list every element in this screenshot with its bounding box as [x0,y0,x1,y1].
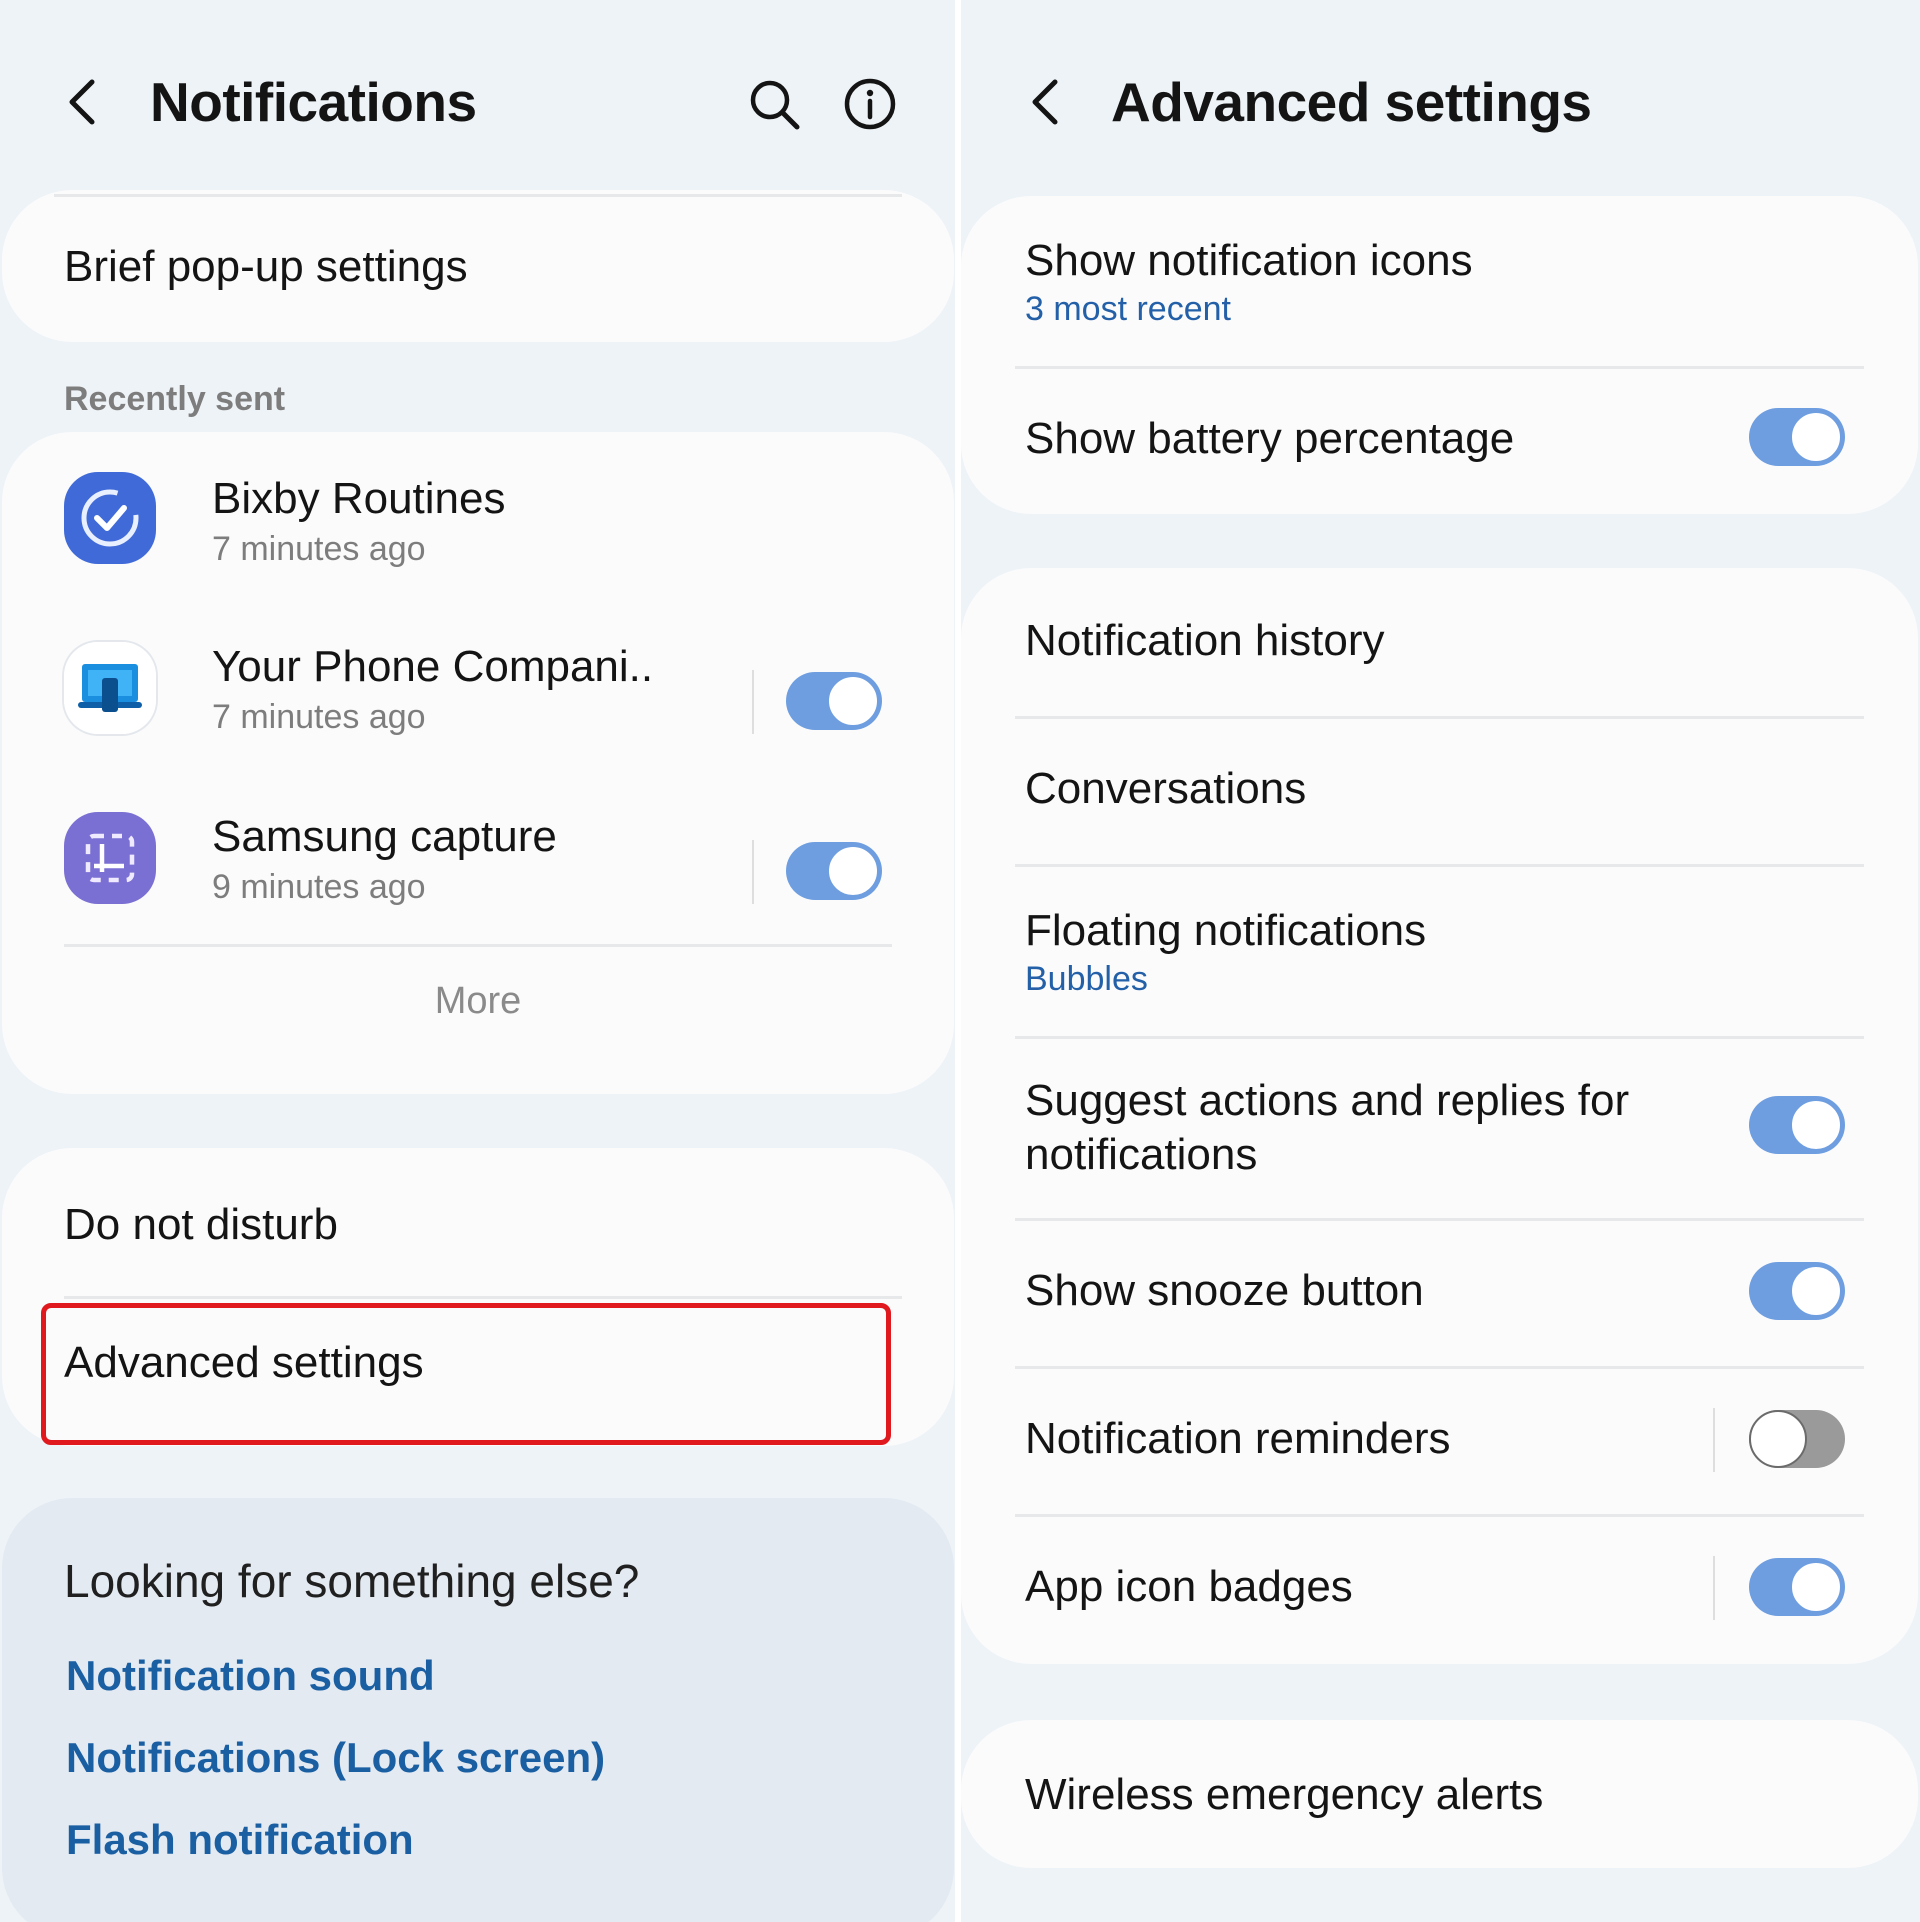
row-label: Notification history [1025,616,1385,665]
toggle-knob [1790,1265,1842,1317]
more-label: More [434,980,522,1022]
app-icon-badges-toggle[interactable] [1749,1558,1845,1616]
search-button[interactable] [746,76,802,132]
row-label: Notification reminders [1025,1414,1451,1463]
chevron-left-icon [1032,79,1058,125]
app-time: 7 minutes ago [212,698,426,736]
divider [1713,1408,1715,1472]
back-button[interactable] [1017,72,1077,132]
row-label: Floating notifications [1025,906,1427,955]
row-label: Show snooze button [1025,1266,1424,1315]
app-row-bixby-routines[interactable]: Bixby Routines 7 minutes ago [2,452,954,612]
chevron-left-icon [69,79,95,125]
toggle-knob [1790,411,1842,463]
toggle-knob [1790,1561,1842,1613]
phone-companion-icon [64,642,156,734]
app-icon-badges-row[interactable]: App icon badges [961,1516,1918,1664]
recently-sent-card: Bixby Routines 7 minutes ago Your Phone … [2,432,954,1094]
suggest-actions-row[interactable]: Suggest actions and replies for notifica… [961,1038,1918,1218]
more-button[interactable]: More [2,952,954,1052]
toggle-knob [1790,1099,1842,1151]
toggle-knob [1749,1410,1807,1468]
notification-reminders-toggle[interactable] [1749,1410,1845,1468]
search-icon [750,80,800,130]
info-icon [844,78,896,130]
phone-companion-toggle[interactable] [786,672,882,730]
page-title: Notifications [150,71,477,133]
recently-sent-header: Recently sent [64,380,286,418]
back-button[interactable] [54,72,114,132]
row-value: 3 most recent [1025,290,1231,328]
row-label: Show notification icons [1025,236,1473,285]
highlight-box [41,1303,891,1445]
notification-history-row[interactable]: Notification history [961,568,1918,716]
divider [64,944,892,947]
notification-reminders-row[interactable]: Notification reminders [961,1368,1918,1514]
info-button[interactable] [842,76,898,132]
notifications-screen: Notifications Brief pop-up settings Rece… [0,0,955,1922]
wireless-emergency-alerts-row[interactable]: Wireless emergency alerts [961,1720,1918,1868]
advanced-settings-screen: Advanced settings Show notification icon… [961,0,1920,1922]
app-row-your-phone-companion[interactable]: Your Phone Compani.. 7 minutes ago [2,620,954,780]
app-time: 7 minutes ago [212,530,426,568]
app-time: 9 minutes ago [212,868,426,906]
battery-percentage-toggle[interactable] [1749,408,1845,466]
row-label: Wireless emergency alerts [1025,1770,1544,1819]
snooze-button-toggle[interactable] [1749,1262,1845,1320]
link-notification-sound[interactable]: Notification sound [66,1652,435,1700]
brief-popup-settings-row[interactable]: Brief pop-up settings [2,190,954,342]
row-value: Bubbles [1025,960,1148,998]
row-label: Show battery percentage [1025,414,1515,463]
divider [752,840,754,904]
link-flash-notification[interactable]: Flash notification [66,1816,414,1864]
notification-options-card: Notification history Conversations Float… [961,568,1918,1664]
floating-notifications-row[interactable]: Floating notifications Bubbles [961,866,1918,1036]
row-label-line2: notifications [1025,1130,1258,1179]
advanced-settings-header: Advanced settings [961,0,1920,200]
page-title: Advanced settings [1111,71,1592,133]
row-label: App icon badges [1025,1562,1353,1611]
brief-popup-label: Brief pop-up settings [64,242,468,291]
app-name: Bixby Routines [212,474,506,523]
emergency-alerts-card: Wireless emergency alerts [961,1720,1918,1868]
do-not-disturb-row[interactable]: Do not disturb [2,1148,954,1296]
do-not-disturb-label: Do not disturb [64,1200,338,1249]
toggle-knob [827,845,879,897]
looking-for-title: Looking for something else? [64,1555,640,1607]
brief-popup-card: Brief pop-up settings [2,190,954,342]
status-bar-card: Show notification icons 3 most recent Sh… [961,196,1918,514]
suggest-actions-toggle[interactable] [1749,1096,1845,1154]
divider [1713,1556,1715,1620]
show-snooze-button-row[interactable]: Show snooze button [961,1220,1918,1366]
samsung-capture-icon [64,812,156,904]
looking-for-card: Looking for something else? Notification… [2,1498,954,1922]
row-label-line1: Suggest actions and replies for [1025,1076,1630,1125]
app-name: Samsung capture [212,812,557,861]
toggle-knob [827,675,879,727]
bixby-routines-icon [64,472,156,564]
notifications-header: Notifications [0,0,955,200]
row-label: Conversations [1025,764,1307,813]
divider [752,670,754,734]
show-notification-icons-row[interactable]: Show notification icons 3 most recent [961,196,1918,366]
samsung-capture-toggle[interactable] [786,842,882,900]
app-name: Your Phone Compani.. [212,642,654,691]
app-row-samsung-capture[interactable]: Samsung capture 9 minutes ago [2,790,954,950]
link-notifications-lock-screen[interactable]: Notifications (Lock screen) [66,1734,605,1782]
conversations-row[interactable]: Conversations [961,718,1918,864]
show-battery-percentage-row[interactable]: Show battery percentage [961,368,1918,514]
